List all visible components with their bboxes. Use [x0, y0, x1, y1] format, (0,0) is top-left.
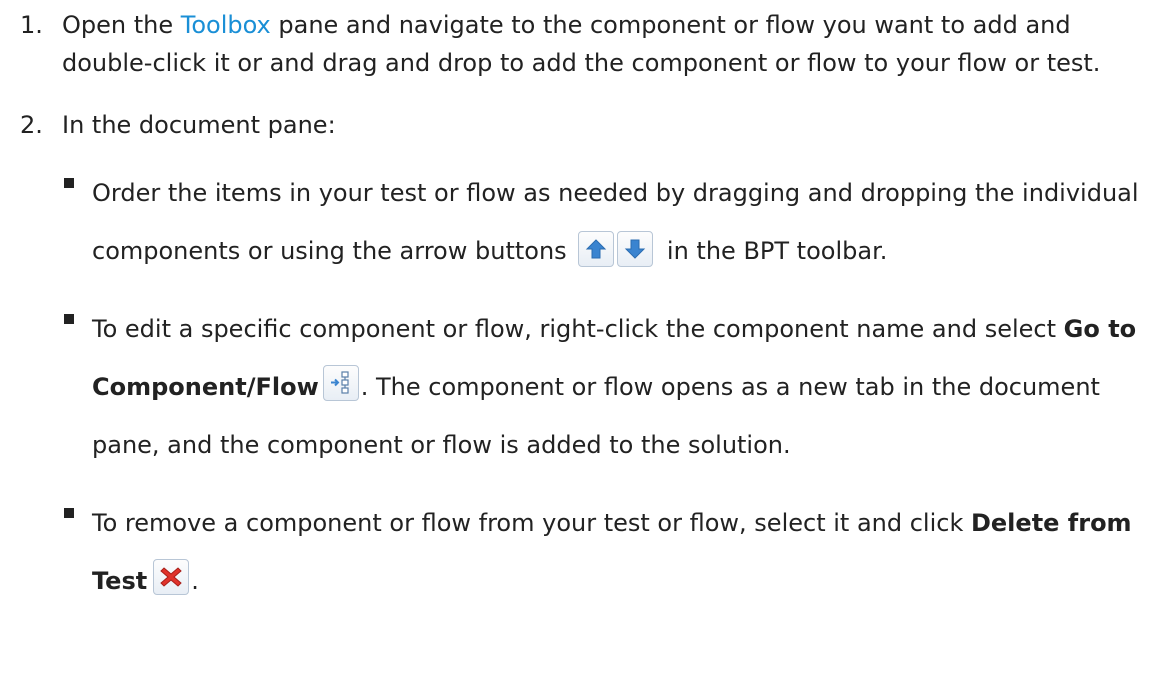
list-item: To edit a specific component or flow, ri…: [62, 300, 1146, 474]
step-2: 2. In the document pane: Order the items…: [20, 106, 1146, 610]
arrow-down-icon[interactable]: [617, 231, 654, 267]
delete-x-icon[interactable]: [153, 559, 190, 595]
arrow-up-icon[interactable]: [578, 231, 615, 267]
step-text: Open the: [62, 11, 181, 39]
bullet-marker: [64, 508, 74, 518]
bullet-marker: [64, 178, 74, 188]
document-page: 1. Open the Toolbox pane and navigate to…: [0, 0, 1166, 700]
bullet-marker: [64, 314, 74, 324]
bullet-list: Order the items in your test or flow as …: [62, 164, 1146, 610]
step-number: 1.: [20, 11, 43, 39]
toolbox-link[interactable]: Toolbox: [181, 11, 271, 39]
list-item: To remove a component or flow from your …: [62, 494, 1146, 610]
bullet-text: To remove a component or flow from your …: [92, 509, 971, 537]
list-item: Order the items in your test or flow as …: [62, 164, 1146, 280]
step-intro: In the document pane:: [62, 111, 336, 139]
bullet-text: To edit a specific component or flow, ri…: [92, 315, 1064, 343]
step-number: 2.: [20, 111, 43, 139]
bullet-text: in the BPT toolbar.: [659, 237, 888, 265]
step-1: 1. Open the Toolbox pane and navigate to…: [20, 6, 1146, 82]
bullet-text: .: [191, 567, 199, 595]
arrow-buttons: [578, 231, 654, 267]
go-to-component-icon[interactable]: [322, 365, 359, 401]
